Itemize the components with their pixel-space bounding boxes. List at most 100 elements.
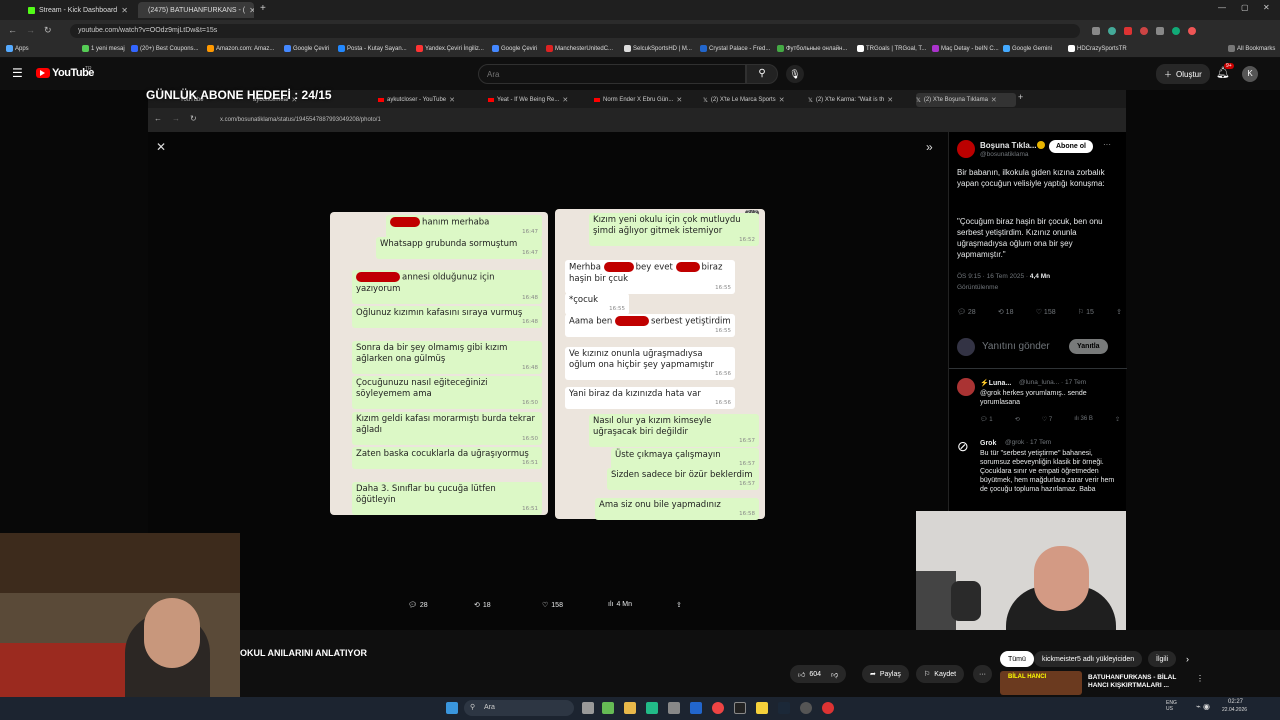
app-icon[interactable] <box>690 702 702 714</box>
bookmark-button[interactable]: ⚐ 15 <box>1078 308 1094 316</box>
expand-icon[interactable]: » <box>926 140 933 154</box>
chevron-right-icon[interactable]: › <box>1186 654 1189 664</box>
close-window-button[interactable]: ✕ <box>1263 3 1270 12</box>
reply-button[interactable]: 💬︎ 28 <box>957 308 976 316</box>
bookmark-item[interactable]: Posta - Kutay Sayan... <box>338 45 407 52</box>
close-icon[interactable]: ✕ <box>676 96 682 104</box>
extension-icon[interactable] <box>1124 27 1132 35</box>
new-tab-button[interactable]: + <box>260 3 266 14</box>
share-icon[interactable]: ⇪ <box>1116 308 1122 316</box>
bookmark-item[interactable]: Apps <box>6 45 29 52</box>
reply-count[interactable]: 💬︎ 28 <box>408 601 428 610</box>
bookmark-item[interactable]: Yandex.Çeviri İngiliz... <box>416 45 484 52</box>
forward-icon[interactable]: → <box>172 114 180 123</box>
menu-icon[interactable]: ☰ <box>12 66 23 80</box>
clock-time[interactable]: 02:27 <box>1228 699 1243 705</box>
chip-uploader[interactable]: kickmeister5 adlı yükleyiciden <box>1034 651 1143 667</box>
like-button[interactable]: ♡ 158 <box>1036 308 1056 316</box>
voice-search-button[interactable]: 🎙︎ <box>786 65 804 83</box>
share-icon[interactable]: ⇪ <box>676 601 682 609</box>
avatar[interactable] <box>957 140 975 158</box>
extension-icon[interactable] <box>1092 27 1100 35</box>
tray-icons[interactable]: ⌁ ◉ <box>1196 702 1210 711</box>
language-indicator[interactable]: ENG US <box>1166 700 1177 712</box>
chip-related[interactable]: İlgili <box>1148 651 1177 667</box>
close-icon[interactable]: ✕ <box>991 96 997 104</box>
browser-tab[interactable]: Stream - Kick Dashboard ✕ <box>22 2 134 18</box>
maximize-button[interactable]: ▢ <box>1241 3 1249 12</box>
repost-count[interactable]: ⟲ 18 <box>474 601 491 610</box>
extension-icon[interactable] <box>1140 27 1148 35</box>
bookmark-item[interactable]: Google Gemini <box>1003 45 1052 52</box>
thumbs-down-icon[interactable]: 👎︎ <box>831 670 838 679</box>
view-count[interactable]: ılı 4 Mn <box>608 601 632 608</box>
grok-logo-icon[interactable]: ⊘ <box>957 438 969 455</box>
search-input[interactable] <box>478 64 746 84</box>
inner-tab[interactable]: 𝕏 (2) X'te Karma: "Wait is th ✕ <box>808 93 908 107</box>
app-icon[interactable] <box>668 702 680 714</box>
bookmark-item[interactable]: Crystal Palace - Fred... <box>700 45 770 52</box>
like-count[interactable]: ♡ 158 <box>542 601 563 610</box>
author-name[interactable]: Boşuna Tıkla... <box>980 140 1036 151</box>
bookmark-item[interactable]: (20+) Best Coupons... <box>131 45 199 52</box>
bookmark-item[interactable]: Amazon.com: Amaz... <box>207 45 274 52</box>
extension-icon[interactable] <box>1172 27 1180 35</box>
more-icon[interactable]: ··· <box>1103 140 1111 149</box>
reload-icon[interactable]: ↻ <box>190 114 197 123</box>
forward-icon[interactable]: → <box>26 25 35 35</box>
close-icon[interactable]: ✕ <box>779 96 785 104</box>
reply-author[interactable]: Grok <box>980 438 996 449</box>
close-icon[interactable]: ✕ <box>449 96 455 104</box>
bookmark-item[interactable]: HDCrazySportsTR <box>1068 45 1127 52</box>
more-actions-button[interactable]: ··· <box>973 665 992 683</box>
chrome-icon[interactable] <box>712 702 724 714</box>
chip-all[interactable]: Tümü <box>1000 651 1034 667</box>
inner-address-bar[interactable]: x.com/bosunatiklama/status/1945547887993… <box>220 113 980 127</box>
task-view-icon[interactable] <box>582 702 594 714</box>
bookmark-item[interactable]: 1 yeni mesaj <box>82 45 125 52</box>
like-button[interactable]: 👍︎ 604 👎︎ <box>790 665 847 683</box>
author-handle[interactable]: @bosunatiklama <box>980 151 1029 158</box>
create-button[interactable]: ＋ Oluştur <box>1156 64 1210 84</box>
new-tab-button[interactable]: + <box>1018 92 1023 102</box>
bookmark-item[interactable]: TRGoals | TRGoal, T... <box>857 45 926 52</box>
address-bar[interactable]: youtube.com/watch?v=OOdz9mjLtDw&t=15s <box>70 24 1080 38</box>
close-icon[interactable]: ✕ <box>887 96 893 104</box>
bookmark-item[interactable]: SelcukSportsHD | M... <box>624 45 692 52</box>
extension-icon[interactable] <box>1108 27 1116 35</box>
close-icon[interactable]: ✕ <box>121 6 128 15</box>
app-icon[interactable] <box>756 702 768 714</box>
clock-date[interactable]: 22.04.2026 <box>1222 707 1247 713</box>
reply-author[interactable]: ⚡Luna... <box>980 378 1011 389</box>
close-icon[interactable]: ✕ <box>249 6 254 15</box>
app-icon[interactable] <box>734 702 746 714</box>
bookmark-item[interactable]: Футбольные онлайн... <box>777 45 847 52</box>
inner-tab[interactable]: 𝕏 (2) X'te Le Marca Sports ✕ <box>703 93 803 107</box>
minimize-button[interactable]: — <box>1218 3 1226 12</box>
inner-tab[interactable]: Yeat - If We Being Re... ✕ <box>488 93 588 107</box>
share-button[interactable]: ➦ Paylaş <box>862 665 909 683</box>
reply-input[interactable]: Yanıtını gönder <box>982 341 1050 352</box>
taskbar-search[interactable]: ⚲ Ara <box>464 700 574 716</box>
bookmark-item[interactable]: Google Çeviri <box>492 45 537 52</box>
repost-button[interactable]: ⟲ 18 <box>998 308 1014 316</box>
back-icon[interactable]: ← <box>8 25 17 35</box>
inner-tab[interactable]: aykutcloser - YouTube ✕ <box>378 93 478 107</box>
avatar[interactable]: K <box>1242 66 1258 82</box>
bookmark-item[interactable]: Google Çeviri <box>284 45 329 52</box>
rec-thumbnail[interactable]: BİLAL HANCI <box>1000 671 1082 695</box>
extension-icon[interactable] <box>1156 27 1164 35</box>
inner-tab-active[interactable]: 𝕏 (2) X'te Boşuna Tıklama ✕ <box>916 93 1016 107</box>
explorer-icon[interactable] <box>624 702 636 714</box>
inner-tab[interactable]: Norm Ender X Ebru Gün... ✕ <box>594 93 699 107</box>
back-icon[interactable]: ← <box>154 114 162 123</box>
close-icon[interactable]: ✕ <box>156 140 166 154</box>
reload-icon[interactable]: ↻ <box>44 25 52 36</box>
widgets-icon[interactable] <box>602 702 614 714</box>
app-icon[interactable] <box>822 702 834 714</box>
bookmark-item[interactable]: ManchesterUnitedC... <box>546 45 613 52</box>
steam-icon[interactable] <box>778 702 790 714</box>
profile-icon[interactable] <box>1188 27 1196 35</box>
browser-tab-active[interactable]: (2475) BATUHANFURKANS - ( ✕ <box>138 2 254 18</box>
all-bookmarks[interactable]: All Bookmarks <box>1228 45 1275 52</box>
